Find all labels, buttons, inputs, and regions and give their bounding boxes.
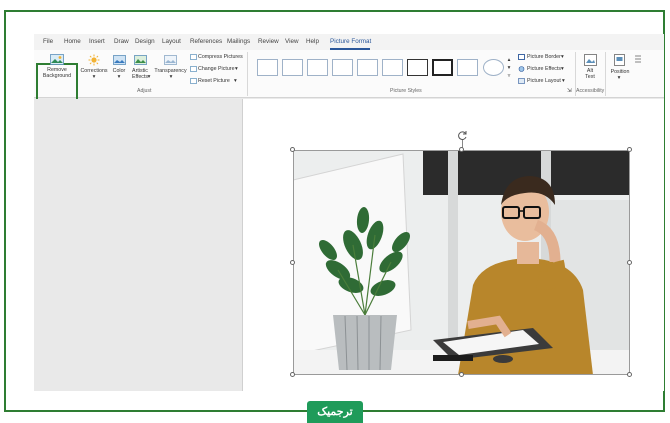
picture-style-thumb[interactable] [432, 59, 453, 76]
resize-handle-bottom-right[interactable] [627, 372, 632, 377]
accessibility-group-label: Accessibility [576, 88, 605, 94]
alt-text-icon[interactable] [584, 54, 597, 66]
tab-insert[interactable]: Insert [89, 38, 105, 45]
ribbon-tab-bar: File Home Insert Draw Design Layout Refe… [34, 34, 664, 50]
picture-style-thumb[interactable] [457, 59, 478, 76]
tab-file[interactable]: File [43, 38, 53, 45]
compress-pictures-button[interactable]: Compress Pictures [198, 54, 243, 60]
position-dropdown-icon[interactable]: ▾ [615, 75, 623, 81]
position-icon[interactable] [614, 54, 625, 66]
wrap-text-icon[interactable] [634, 54, 642, 66]
tab-review[interactable]: Review [258, 38, 279, 45]
brand-logo: ترجمیک [307, 401, 363, 423]
word-window: File Home Insert Draw Design Layout Refe… [34, 34, 664, 391]
tab-help[interactable]: Help [306, 38, 319, 45]
reset-picture-dropdown-icon[interactable]: ▾ [234, 78, 237, 84]
change-picture-icon[interactable] [190, 66, 197, 72]
picture-effects-icon[interactable] [518, 66, 525, 72]
picture-effects-button[interactable]: Picture Effects [527, 66, 561, 72]
adjust-group-label: Adjust [137, 88, 152, 94]
picture-border-button[interactable]: Picture Border [527, 54, 561, 60]
document-background [34, 99, 242, 391]
artistic-effects-icon[interactable] [134, 55, 147, 65]
transparency-dropdown-icon[interactable]: ▾ [167, 74, 175, 80]
picture-border-dropdown-icon[interactable]: ▾ [561, 54, 564, 60]
resize-handle-top-left[interactable] [290, 147, 295, 152]
tab-references[interactable]: References [190, 38, 222, 45]
tab-view[interactable]: View [285, 38, 299, 45]
remove-background-button[interactable]: Remove Background [39, 67, 75, 79]
resize-handle-top[interactable] [459, 147, 464, 152]
picture-style-thumb[interactable] [307, 59, 328, 76]
corrections-icon[interactable] [88, 54, 100, 66]
picture-styles-launcher-icon[interactable]: ⇲ [567, 88, 571, 94]
reset-picture-button[interactable]: Reset Picture [198, 78, 230, 84]
color-dropdown-icon[interactable]: ▾ [115, 74, 123, 80]
tab-picture-format[interactable]: Picture Format [330, 38, 371, 45]
picture-style-thumb[interactable] [357, 59, 378, 76]
picture-effects-dropdown-icon[interactable]: ▾ [561, 66, 564, 72]
alt-text-button[interactable]: Alt Text [578, 68, 602, 80]
resize-handle-top-right[interactable] [627, 147, 632, 152]
picture-style-thumb[interactable] [407, 59, 428, 76]
group-divider [605, 52, 606, 96]
styles-scroll-up-icon[interactable]: ▴ [506, 57, 512, 63]
tab-mailings[interactable]: Mailings [227, 38, 250, 45]
picture-style-thumb[interactable] [332, 59, 353, 76]
change-picture-dropdown-icon[interactable]: ▾ [235, 66, 238, 72]
transparency-icon[interactable] [164, 55, 177, 65]
stage: File Home Insert Draw Design Layout Refe… [0, 0, 670, 423]
styles-more-icon[interactable]: ▿ [506, 73, 512, 79]
picture-style-thumb[interactable] [282, 59, 303, 76]
picture-style-thumb[interactable] [382, 59, 403, 76]
tab-draw[interactable]: Draw [114, 38, 129, 45]
picture-style-thumb[interactable] [483, 59, 504, 76]
picture-style-thumb[interactable] [257, 59, 278, 76]
picture-layout-button[interactable]: Picture Layout [527, 78, 561, 84]
reset-picture-icon[interactable] [190, 78, 197, 84]
picture-border-icon[interactable] [518, 54, 525, 60]
tab-home[interactable]: Home [64, 38, 81, 45]
artistic-effects-dropdown-icon[interactable]: ▾ [146, 74, 152, 80]
styles-scroll-down-icon[interactable]: ▾ [506, 65, 512, 71]
tab-design[interactable]: Design [135, 38, 155, 45]
resize-handle-right[interactable] [627, 260, 632, 265]
picture-selection-border [293, 150, 630, 375]
compress-pictures-icon[interactable] [190, 54, 197, 60]
resize-handle-left[interactable] [290, 260, 295, 265]
group-divider [247, 52, 248, 96]
remove-background-icon[interactable] [50, 54, 64, 65]
corrections-dropdown-icon[interactable]: ▾ [90, 74, 98, 80]
ribbon: Remove Background Corrections ▾ Color ▾ [34, 50, 664, 110]
change-picture-button[interactable]: Change Picture [198, 66, 235, 72]
tab-layout[interactable]: Layout [162, 38, 181, 45]
resize-handle-bottom-left[interactable] [290, 372, 295, 377]
picture-layout-dropdown-icon[interactable]: ▾ [562, 78, 565, 84]
color-icon[interactable] [113, 55, 126, 65]
picture-styles-group-label: Picture Styles [390, 88, 422, 94]
resize-handle-bottom[interactable] [459, 372, 464, 377]
picture-layout-icon[interactable] [518, 78, 525, 84]
